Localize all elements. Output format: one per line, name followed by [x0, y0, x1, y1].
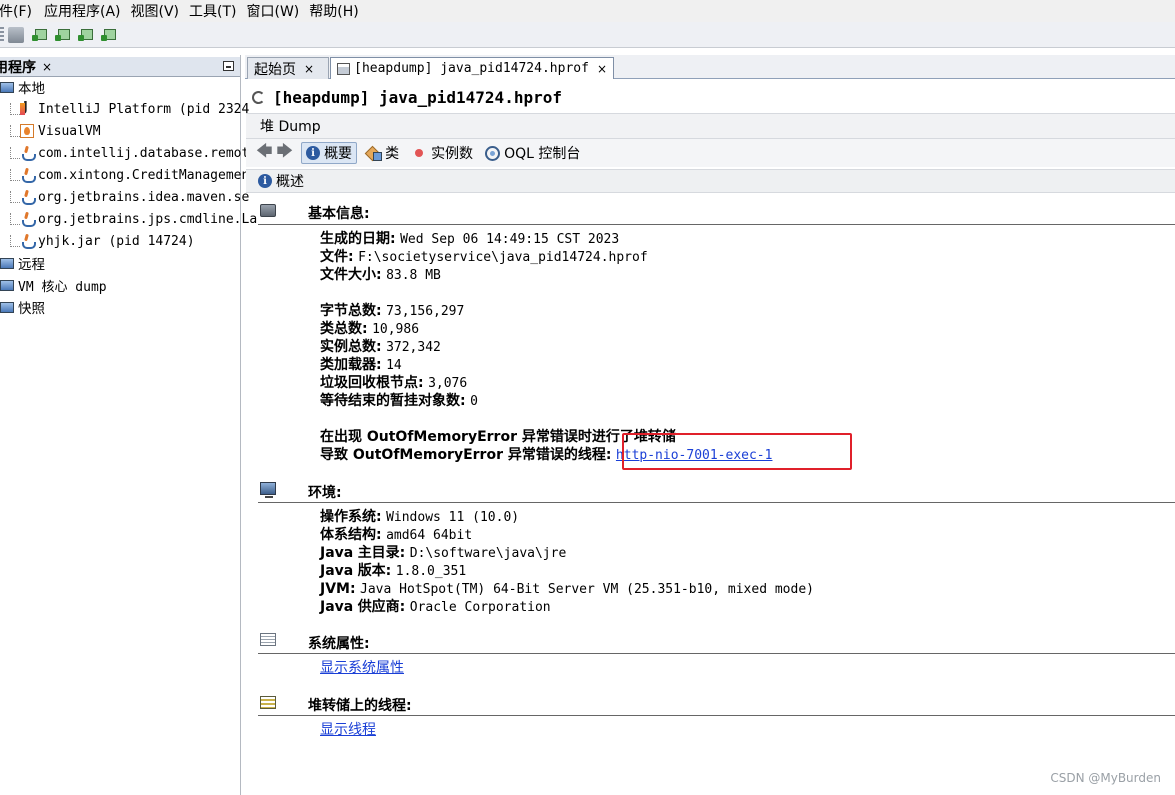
core-dump-icon — [0, 279, 14, 291]
overview-section-bar: i 概述 — [246, 169, 1175, 193]
dump-file-size: 文件大小: 83.8 MB — [320, 267, 441, 283]
environment-title: 环境: — [308, 485, 342, 501]
heap-dump-icon — [337, 62, 351, 75]
close-icon[interactable]: × — [597, 62, 607, 76]
heap-dump-subtitle: 堆 Dump — [246, 113, 1175, 139]
env-java-vendor: Java 供应商: Oracle Corporation — [320, 599, 551, 615]
applications-panel: 用程序 × 本地 IntelliJ Platform (pid 2324 Vis… — [0, 55, 257, 795]
java-icon — [20, 167, 36, 183]
menu-bar: 件(F) 应用程序(A) 视图(V) 工具(T) 窗口(W) 帮助(H) — [0, 0, 1175, 22]
back-arrow-icon[interactable]: 🡄 — [256, 140, 273, 167]
snapshot-icon[interactable] — [101, 26, 119, 44]
tab-start-page[interactable]: 起始页 × — [247, 57, 329, 79]
system-properties-title: 系统属性: — [308, 636, 370, 652]
show-system-properties-link[interactable]: 显示系统属性 — [320, 660, 404, 676]
threads-icon — [260, 696, 276, 709]
tree-item-yhjk-jar[interactable]: yhjk.jar (pid 14724) — [0, 230, 195, 252]
tree-item-credit-management[interactable]: com.xintong.CreditManagement — [0, 164, 257, 186]
basic-info-icon — [260, 204, 276, 217]
env-arch: 体系结构: amd64 64bit — [320, 527, 473, 543]
class-loaders: 类加载器: 14 — [320, 357, 402, 373]
total-bytes: 字节总数: 73,156,297 — [320, 303, 465, 319]
java-icon — [20, 145, 36, 161]
tree-item-local[interactable]: 本地 — [0, 76, 45, 98]
computer-icon — [0, 81, 14, 93]
tree-item-intellij[interactable]: IntelliJ Platform (pid 2324 — [0, 98, 249, 120]
classes-icon — [365, 146, 383, 161]
tree-item-visualvm[interactable]: VisualVM — [0, 120, 101, 142]
total-classes: 类总数: 10,986 — [320, 321, 420, 337]
oql-console-button[interactable]: OQL 控制台 — [481, 142, 584, 164]
env-os: 操作系统: Windows 11 (10.0) — [320, 509, 520, 525]
system-properties-icon — [260, 633, 276, 646]
forward-arrow-icon[interactable]: 🡆 — [277, 140, 294, 167]
view-navigation: 🡄 🡆 i 概要 类 实例数 OQL 控制台 — [246, 139, 1175, 167]
close-icon[interactable]: × — [304, 62, 314, 76]
add-jmx-icon[interactable] — [32, 26, 50, 44]
java-icon — [20, 189, 36, 205]
close-icon[interactable]: × — [42, 60, 52, 74]
page-title: [heapdump] java_pid14724.hprof — [252, 88, 562, 107]
menu-tools[interactable]: 工具(T) — [185, 1, 240, 21]
instances-icon — [415, 149, 424, 157]
instances-button[interactable]: 实例数 — [407, 142, 477, 164]
java-icon — [20, 233, 36, 249]
tab-heapdump[interactable]: [heapdump] java_pid14724.hprof × — [330, 57, 614, 79]
info-icon: i — [306, 146, 321, 160]
tree-item-snapshots[interactable]: 快照 — [0, 296, 45, 318]
menu-help[interactable]: 帮助(H) — [305, 1, 362, 21]
tree-item-core-dump[interactable]: VM 核心 dump — [0, 274, 107, 296]
info-icon: i — [258, 174, 272, 188]
oql-icon — [485, 145, 501, 161]
toolbar-grip — [0, 26, 4, 43]
env-java-home: Java 主目录: D:\software\java\jre — [320, 545, 567, 561]
applications-tab-title: 用程序 — [0, 59, 36, 76]
environment-icon — [260, 482, 276, 498]
loading-icon — [252, 91, 265, 104]
menu-file[interactable]: 件(F) — [0, 1, 38, 21]
toolbar — [0, 22, 1175, 48]
menu-view[interactable]: 视图(V) — [127, 1, 184, 21]
heap-dump-icon[interactable] — [55, 26, 73, 44]
tree-item-database-remote[interactable]: com.intellij.database.remote — [0, 142, 257, 164]
intellij-icon — [20, 100, 34, 117]
applications-tab[interactable]: 用程序 × — [0, 57, 240, 77]
save-icon[interactable] — [8, 26, 24, 43]
remote-icon — [0, 257, 14, 269]
show-threads-link[interactable]: 显示线程 — [320, 722, 376, 738]
basic-info-title: 基本信息: — [308, 206, 370, 222]
thread-dump-icon[interactable] — [78, 26, 96, 44]
highlight-box — [622, 433, 852, 470]
java-icon — [20, 211, 36, 227]
menu-application[interactable]: 应用程序(A) — [40, 1, 125, 21]
pending-finalization: 等待结束的暂挂对象数: 0 — [320, 393, 478, 409]
snapshot-icon — [0, 301, 14, 313]
total-instances: 实例总数: 372,342 — [320, 339, 441, 355]
env-java-version: Java 版本: 1.8.0_351 — [320, 563, 467, 579]
tree-item-jps-cmdline[interactable]: org.jetbrains.jps.cmdline.La — [0, 208, 257, 230]
menu-window[interactable]: 窗口(W) — [243, 1, 304, 21]
minimize-icon[interactable] — [223, 61, 234, 71]
tree-item-maven-server[interactable]: org.jetbrains.idea.maven.se — [0, 186, 249, 208]
editor-tab-bar: 起始页 × [heapdump] java_pid14724.hprof × — [245, 55, 1175, 79]
visualvm-icon — [20, 124, 34, 138]
classes-button[interactable]: 类 — [361, 142, 403, 164]
dump-file: 文件: F:\societyservice\java_pid14724.hpro… — [320, 249, 648, 265]
gc-roots: 垃圾回收根节点: 3,076 — [320, 375, 468, 391]
tree-item-remote[interactable]: 远程 — [0, 252, 45, 274]
summary-button[interactable]: i 概要 — [301, 142, 358, 164]
dump-date: 生成的日期: Wed Sep 06 14:49:15 CST 2023 — [320, 231, 620, 247]
watermark: CSDN @MyBurden — [1050, 771, 1161, 785]
env-jvm: JVM: Java HotSpot(TM) 64-Bit Server VM (… — [320, 581, 814, 597]
threads-title: 堆转储上的线程: — [308, 698, 412, 714]
